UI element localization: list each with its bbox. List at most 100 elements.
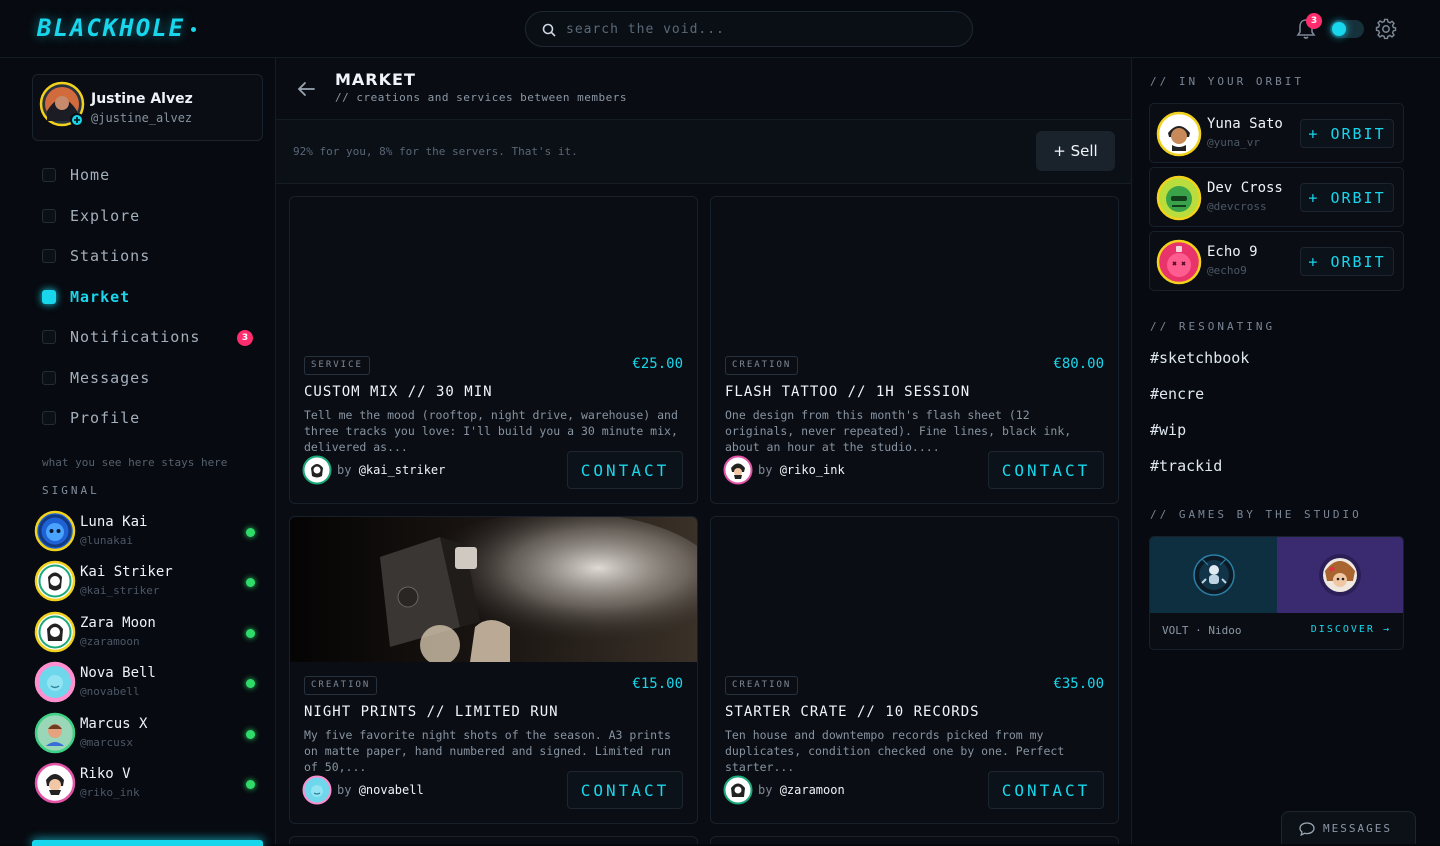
listing-tag: CREATION	[725, 676, 799, 695]
notifications-count-badge: 3	[237, 330, 253, 346]
nav-item-profile[interactable]: Profile	[32, 402, 264, 434]
orbit-button[interactable]: + ORBIT	[1300, 119, 1394, 148]
messages-dock-button[interactable]: MESSAGES	[1281, 811, 1416, 844]
contact-button[interactable]: CONTACT	[567, 771, 683, 809]
games-card[interactable]: VOLT · Nidoo DISCOVER →	[1149, 536, 1404, 650]
seller-label: by @zaramoon	[758, 783, 845, 797]
contact-button[interactable]: CONTACT	[988, 771, 1104, 809]
listing-card[interactable]: SERVICE €25.00 CUSTOM MIX // 30 MIN Tell…	[289, 196, 698, 504]
listing-card[interactable]	[710, 836, 1119, 844]
signal-handle: @zaramoon	[80, 635, 140, 648]
top-bar: BLACKHOLE 3	[0, 0, 1440, 58]
notification-badge: 3	[1306, 13, 1322, 29]
signal-item[interactable]: Marcus X @marcusx	[34, 712, 264, 756]
signal-item[interactable]: Riko V @riko_ink	[34, 762, 264, 806]
signal-name: Marcus X	[80, 716, 148, 732]
profile-card[interactable]: Justine Alvez @justine_alvez	[32, 74, 263, 141]
listing-price: €15.00	[632, 676, 683, 692]
nav-indicator	[42, 290, 56, 304]
nav-indicator	[42, 249, 56, 263]
signal-item[interactable]: Luna Kai @lunakai	[34, 510, 264, 554]
market-info-bar: 92% for you, 8% for the servers. That's …	[276, 120, 1131, 184]
orbit-handle: @echo9	[1207, 264, 1247, 277]
contact-button[interactable]: CONTACT	[567, 451, 683, 489]
listing-card[interactable]: CREATION €35.00 STARTER CRATE // 10 RECO…	[710, 516, 1119, 824]
nav-indicator	[42, 330, 56, 344]
discover-link[interactable]: DISCOVER →	[1311, 624, 1391, 635]
search-bar[interactable]	[525, 11, 973, 47]
hashtag-link[interactable]: #trackid	[1150, 457, 1222, 475]
seller-handle[interactable]: @novabell	[359, 783, 424, 797]
listing-card[interactable]	[289, 836, 698, 844]
orbit-suggestion[interactable]: Echo 9 @echo9 + ORBIT	[1149, 231, 1404, 291]
avatar	[34, 611, 76, 653]
orbit-button[interactable]: + ORBIT	[1300, 183, 1394, 212]
seller-handle[interactable]: @kai_striker	[359, 463, 446, 477]
hashtag-link[interactable]: #sketchbook	[1150, 349, 1249, 367]
market-header: MARKET // creations and services between…	[276, 58, 1131, 120]
signal-item[interactable]: Kai Striker @kai_striker	[34, 560, 264, 604]
avatar	[34, 712, 76, 754]
sell-button[interactable]: + Sell	[1036, 131, 1115, 171]
avatar	[34, 510, 76, 552]
signal-name: Riko V	[80, 766, 131, 782]
game-thumb-volt[interactable]	[1150, 537, 1277, 613]
orbit-button[interactable]: + ORBIT	[1300, 247, 1394, 276]
nav-item-notifications[interactable]: Notifications 3	[32, 321, 264, 353]
orbit-handle: @devcross	[1207, 200, 1267, 213]
nav-item-stations[interactable]: Stations	[32, 240, 264, 272]
right-sidebar: // IN YOUR ORBIT Yuna Sato @yuna_vr + OR…	[1132, 58, 1440, 844]
sidebar-action-bar[interactable]	[32, 840, 263, 846]
orbit-suggestion[interactable]: Yuna Sato @yuna_vr + ORBIT	[1149, 103, 1404, 163]
nav-item-messages[interactable]: Messages	[32, 362, 264, 394]
avatar	[34, 661, 76, 703]
app-logo[interactable]: BLACKHOLE	[37, 14, 197, 42]
orbit-suggestion[interactable]: Dev Cross @devcross + ORBIT	[1149, 167, 1404, 227]
listing-description: My five favorite night shots of the seas…	[304, 728, 671, 774]
avatar	[723, 455, 753, 485]
orbit-handle: @yuna_vr	[1207, 136, 1260, 149]
seller-label: by @riko_ink	[758, 463, 845, 477]
online-indicator	[246, 578, 255, 587]
seller-label: by @novabell	[337, 783, 424, 797]
signal-handle: @lunakai	[80, 534, 133, 547]
seller-handle[interactable]: @zaramoon	[780, 783, 845, 797]
online-indicator	[246, 730, 255, 739]
avatar	[1156, 111, 1202, 157]
page-title: MARKET	[335, 70, 416, 89]
nav-item-explore[interactable]: Explore	[32, 200, 264, 232]
hashtag-link[interactable]: #encre	[1150, 385, 1204, 403]
back-arrow-icon[interactable]	[296, 80, 316, 98]
avatar	[302, 775, 332, 805]
listing-image-placeholder	[711, 517, 1118, 662]
hashtag-link[interactable]: #wip	[1150, 421, 1186, 439]
fee-note: 92% for you, 8% for the servers. That's …	[293, 145, 578, 158]
listing-card[interactable]: CREATION €15.00 NIGHT PRINTS // LIMITED …	[289, 516, 698, 824]
avatar	[39, 81, 85, 127]
theme-toggle[interactable]	[1330, 20, 1364, 38]
search-input[interactable]	[566, 12, 956, 46]
nav-item-home[interactable]: Home	[32, 159, 264, 191]
signal-item[interactable]: Nova Bell @novabell	[34, 661, 264, 705]
messages-dock-label: MESSAGES	[1323, 822, 1392, 835]
nav-label: Home	[70, 166, 111, 184]
signal-name: Nova Bell	[80, 665, 156, 681]
listing-tag: SERVICE	[304, 356, 370, 375]
profile-name: Justine Alvez	[91, 91, 193, 107]
contact-button[interactable]: CONTACT	[988, 451, 1104, 489]
nav-label: Stations	[70, 247, 151, 265]
game-thumb-nidoo[interactable]	[1277, 537, 1404, 613]
nav-indicator	[42, 371, 56, 385]
listing-tag: CREATION	[304, 676, 378, 695]
listing-card[interactable]: CREATION €80.00 FLASH TATTOO // 1H SESSI…	[710, 196, 1119, 504]
nav-item-market[interactable]: Market	[32, 281, 264, 313]
orbit-heading: // IN YOUR ORBIT	[1150, 75, 1304, 88]
signal-handle: @kai_striker	[80, 584, 160, 597]
seller-label: by @kai_striker	[337, 463, 446, 477]
avatar	[302, 455, 332, 485]
gear-icon[interactable]	[1375, 18, 1397, 40]
seller-handle[interactable]: @riko_ink	[780, 463, 845, 477]
avatar	[1156, 175, 1202, 221]
signal-item[interactable]: Zara Moon @zaramoon	[34, 611, 264, 655]
nav-indicator	[42, 411, 56, 425]
